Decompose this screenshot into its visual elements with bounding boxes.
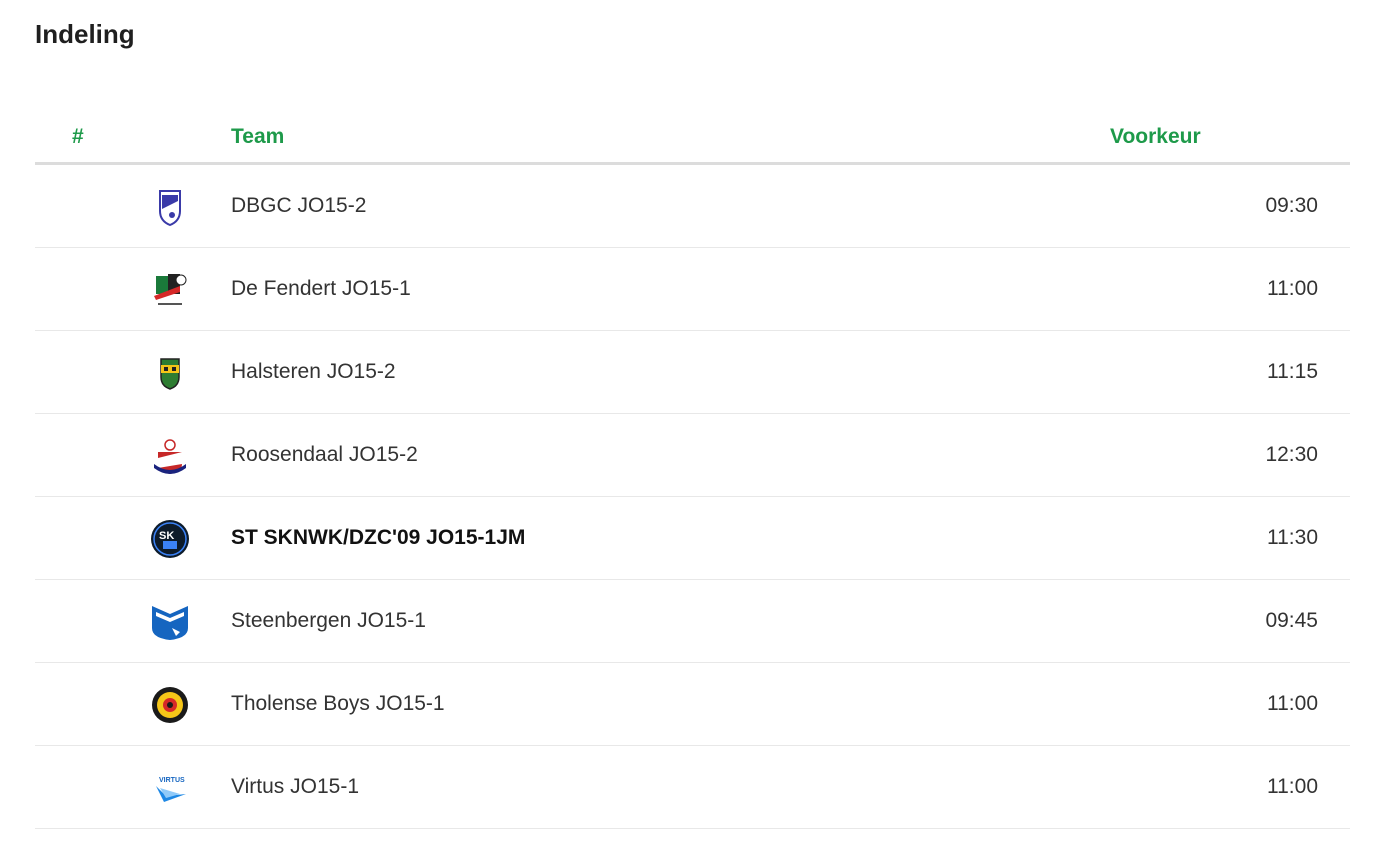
preference-time: 11:30 (1267, 526, 1318, 549)
table-row[interactable]: SK ST SKNWK/DZC'09 JO15-1JM 11:30 (35, 497, 1350, 580)
preference-time: 12:30 (1265, 443, 1318, 466)
team-name[interactable]: ST SKNWK/DZC'09 JO15-1JM (231, 525, 525, 551)
roosendaal-logo-icon (150, 436, 190, 476)
preference-time: 11:15 (1267, 360, 1318, 383)
dbgc-logo-icon (150, 187, 190, 227)
preference-time: 09:30 (1265, 194, 1318, 217)
team-name[interactable]: Tholense Boys JO15-1 (231, 691, 445, 717)
preference-time: 11:00 (1267, 277, 1318, 300)
table-row[interactable]: VIRTUS Virtus JO15-1 11:00 (35, 746, 1350, 829)
team-name[interactable]: DBGC JO15-2 (231, 193, 366, 219)
halsteren-logo-icon (150, 353, 190, 393)
svg-text:SK: SK (159, 530, 174, 542)
svg-text:VIRTUS: VIRTUS (159, 777, 185, 784)
team-name[interactable]: Roosendaal JO15-2 (231, 442, 418, 468)
table-row[interactable]: Tholense Boys JO15-1 11:00 (35, 663, 1350, 746)
sknwk-logo-icon: SK (150, 519, 190, 559)
preference-time: 09:45 (1265, 609, 1318, 632)
header-team: Team (231, 125, 285, 148)
virtus-logo-icon: VIRTUS (150, 768, 190, 808)
table-row[interactable]: Steenbergen JO15-1 09:45 (35, 580, 1350, 663)
tholense-boys-logo-icon (150, 685, 190, 725)
standings-table: # Team Voorkeur DBGC JO15-2 09:30 De Fen… (35, 110, 1350, 829)
preference-time: 11:00 (1267, 775, 1318, 798)
team-name[interactable]: Virtus JO15-1 (231, 774, 359, 800)
header-number: # (72, 125, 84, 148)
table-row[interactable]: Roosendaal JO15-2 12:30 (35, 414, 1350, 497)
steenbergen-logo-icon (150, 602, 190, 642)
table-row[interactable]: DBGC JO15-2 09:30 (35, 165, 1350, 248)
table-header: # Team Voorkeur (35, 110, 1350, 165)
de-fendert-logo-icon (150, 270, 190, 310)
table-row[interactable]: De Fendert JO15-1 11:00 (35, 248, 1350, 331)
page-title: Indeling (35, 19, 135, 49)
header-preference: Voorkeur (1110, 125, 1201, 148)
team-name[interactable]: De Fendert JO15-1 (231, 276, 411, 302)
team-name[interactable]: Steenbergen JO15-1 (231, 608, 426, 634)
preference-time: 11:00 (1267, 692, 1318, 715)
team-name[interactable]: Halsteren JO15-2 (231, 359, 396, 385)
table-row[interactable]: Halsteren JO15-2 11:15 (35, 331, 1350, 414)
